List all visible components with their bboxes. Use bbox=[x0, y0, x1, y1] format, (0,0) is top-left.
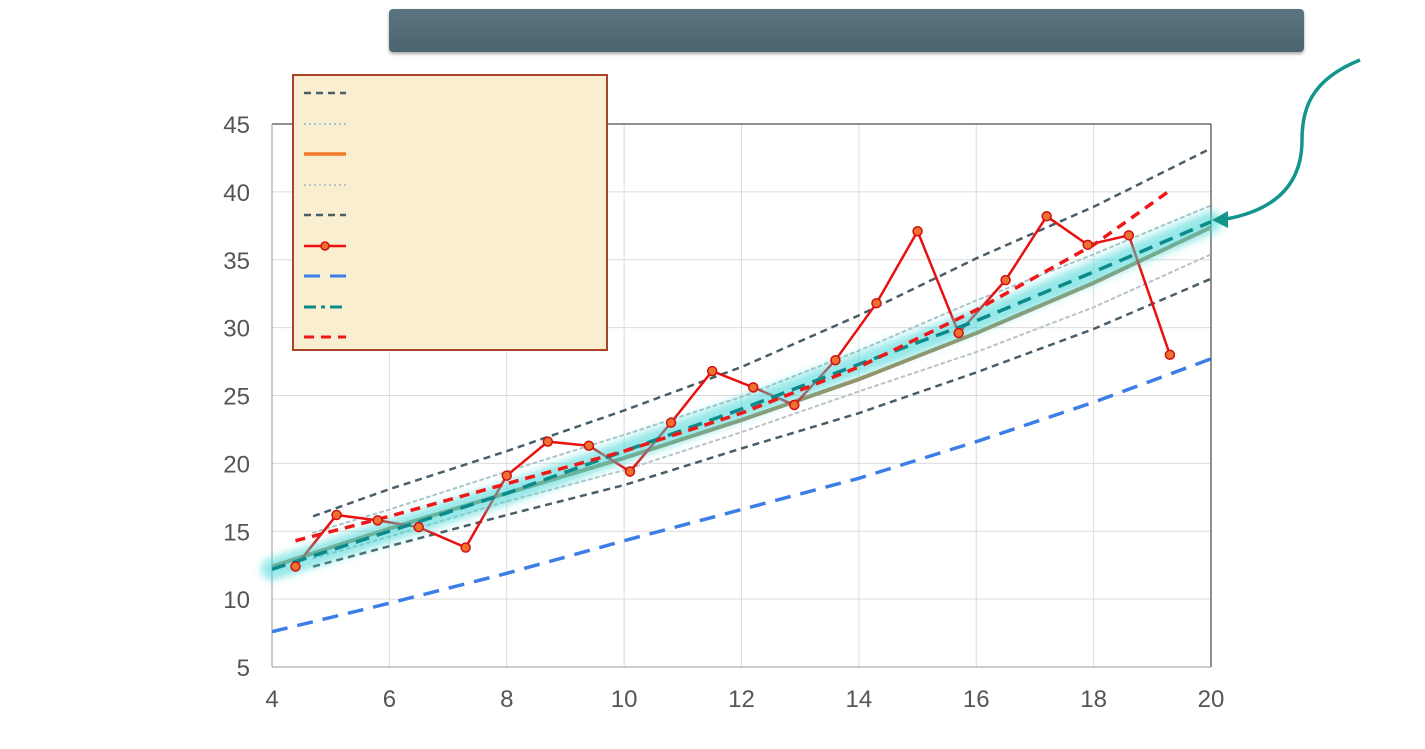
data-point bbox=[542, 436, 554, 447]
x-tick-label: 6 bbox=[383, 686, 396, 713]
x-tick-label: 4 bbox=[265, 686, 278, 713]
annotation-arrow bbox=[1212, 58, 1361, 228]
data-point bbox=[372, 515, 383, 526]
data-point bbox=[747, 382, 759, 393]
y-tick-label: 35 bbox=[223, 248, 250, 275]
x-tick-label: 8 bbox=[500, 686, 513, 713]
data-point bbox=[789, 399, 800, 411]
data-point bbox=[413, 521, 424, 533]
y-tick-label: 20 bbox=[223, 451, 250, 478]
y-tick-label: 40 bbox=[223, 180, 250, 207]
legend-entry bbox=[302, 236, 602, 256]
legend-swatch bbox=[304, 240, 346, 251]
legend bbox=[292, 74, 608, 351]
y-tick-label: 10 bbox=[223, 587, 250, 614]
x-tick-label: 14 bbox=[846, 686, 873, 713]
legend-entry bbox=[302, 327, 602, 347]
data-point bbox=[1082, 239, 1094, 251]
legend-swatch bbox=[304, 213, 346, 217]
legend-entry bbox=[302, 266, 602, 286]
legend-entry bbox=[302, 175, 602, 195]
data-point bbox=[1123, 230, 1135, 241]
legend-entry bbox=[302, 83, 602, 103]
legend-entry bbox=[302, 297, 602, 317]
x-tick-label: 12 bbox=[728, 686, 755, 713]
chart-svg: 4 6 8 10 12 14 16 18 20 5 10 15 20 25 30 35 40 45 bbox=[223, 58, 1361, 713]
y-tick-label: 15 bbox=[223, 519, 250, 546]
data-point bbox=[331, 509, 342, 521]
data-point bbox=[830, 354, 841, 366]
legend-swatch bbox=[304, 305, 346, 308]
data-point bbox=[665, 417, 677, 428]
data-point bbox=[1164, 349, 1176, 361]
legend-entry bbox=[302, 205, 602, 225]
legend-entry bbox=[302, 144, 602, 164]
x-tick-label: 16 bbox=[963, 686, 990, 713]
x-tick-label: 10 bbox=[611, 686, 638, 713]
legend-swatch bbox=[304, 274, 346, 278]
legend-entry bbox=[302, 114, 602, 134]
y-tick-label: 25 bbox=[223, 384, 250, 411]
x-tick-label: 20 bbox=[1198, 686, 1225, 713]
data-point bbox=[912, 225, 923, 237]
data-point bbox=[583, 440, 595, 451]
data-point bbox=[624, 466, 636, 477]
x-tick-label: 18 bbox=[1080, 686, 1107, 713]
data-point bbox=[1041, 211, 1052, 222]
data-point bbox=[871, 297, 882, 309]
legend-swatch-marker bbox=[320, 240, 330, 251]
legend-swatch bbox=[304, 335, 346, 339]
data-point bbox=[460, 542, 471, 553]
legend-swatch bbox=[304, 152, 346, 156]
data-point bbox=[501, 470, 512, 481]
data-point bbox=[953, 327, 964, 339]
data-point bbox=[290, 561, 301, 572]
legend-swatch bbox=[304, 183, 346, 186]
y-tick-label: 45 bbox=[223, 112, 250, 139]
data-point bbox=[1000, 274, 1011, 286]
legend-swatch bbox=[304, 122, 346, 125]
y-tick-label: 30 bbox=[223, 316, 250, 343]
data-point bbox=[706, 365, 718, 377]
y-tick-label: 5 bbox=[237, 655, 250, 682]
arrow-curve bbox=[1225, 58, 1361, 221]
legend-swatch bbox=[304, 91, 346, 95]
